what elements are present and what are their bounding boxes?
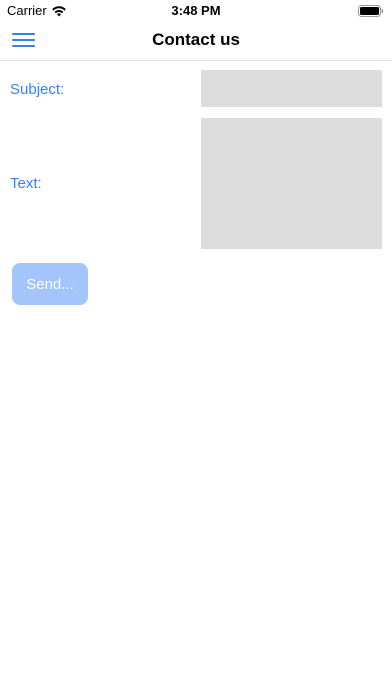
message-text-field[interactable]	[201, 118, 382, 249]
battery-icon	[358, 5, 384, 17]
status-time: 3:48 PM	[171, 3, 221, 18]
send-button[interactable]: Send...	[12, 263, 88, 305]
text-label: Text:	[10, 175, 42, 192]
navigation-bar: Contact us	[0, 20, 392, 61]
subject-field[interactable]	[201, 70, 382, 107]
subject-label: Subject:	[10, 81, 65, 98]
page-title: Contact us	[152, 30, 240, 49]
contact-screen: Carrier 3:48 PM Contact us Subject: Text…	[0, 0, 392, 696]
status-bar: Carrier 3:48 PM	[0, 0, 392, 20]
